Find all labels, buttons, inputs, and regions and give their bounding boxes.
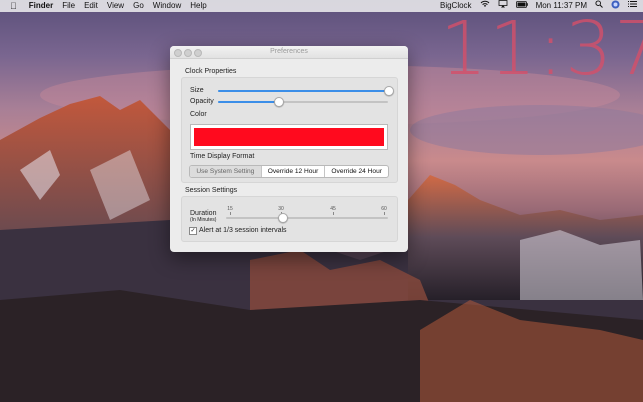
duration-slider-track: [226, 217, 388, 219]
menu-file[interactable]: File: [62, 0, 75, 12]
window-title: Preferences: [270, 48, 308, 55]
color-well[interactable]: [190, 124, 388, 150]
alert-label: Alert at 1/3 session intervals: [199, 227, 287, 234]
wifi-icon[interactable]: [480, 0, 490, 12]
menu-help[interactable]: Help: [190, 0, 206, 12]
segment-override-24-hour[interactable]: Override 24 Hour: [324, 166, 388, 177]
spotlight-search-icon[interactable]: [595, 0, 603, 12]
duration-slider[interactable]: [226, 213, 388, 223]
menu-go[interactable]: Go: [133, 0, 144, 12]
duration-label: Duration: [190, 210, 217, 217]
apple-icon[interactable]: : [10, 0, 17, 12]
status-bigclock[interactable]: BigClock: [440, 0, 472, 12]
window-titlebar[interactable]: Preferences: [170, 46, 408, 59]
size-label: Size: [190, 87, 204, 94]
duration-slider-knob[interactable]: [277, 213, 288, 223]
menu-window[interactable]: Window: [153, 0, 181, 12]
session-settings-heading: Session Settings: [185, 187, 238, 194]
opacity-label: Opacity: [190, 98, 214, 105]
preferences-window: Preferences Clock Properties Size Opacit…: [170, 46, 408, 252]
airplay-icon[interactable]: [498, 0, 508, 12]
color-swatch: [194, 128, 384, 146]
duration-sublabel: (In Minutes): [190, 217, 217, 223]
segment-use-system-setting[interactable]: Use System Setting: [190, 166, 261, 177]
menu-view[interactable]: View: [107, 0, 124, 12]
battery-icon[interactable]: [515, 0, 528, 12]
alert-checkbox[interactable]: ✓: [189, 227, 197, 235]
notification-center-icon[interactable]: [628, 0, 637, 12]
opacity-slider-knob[interactable]: [273, 97, 284, 107]
size-slider-fill: [218, 90, 388, 92]
segment-override-12-hour[interactable]: Override 12 Hour: [260, 166, 325, 177]
menu-clock[interactable]: Mon 11:37 PM: [536, 0, 587, 12]
opacity-slider[interactable]: [218, 97, 388, 107]
checkmark-icon: ✓: [190, 228, 196, 234]
menu-app-name[interactable]: Finder: [29, 0, 53, 12]
time-format-segmented-control[interactable]: Use System Setting Override 12 Hour Over…: [189, 165, 389, 178]
size-slider-knob[interactable]: [384, 86, 394, 96]
siri-icon[interactable]: [611, 0, 620, 13]
opacity-slider-fill: [218, 101, 278, 103]
menu-bar:  Finder File Edit View Go Window Help B…: [0, 0, 643, 12]
clock-properties-heading: Clock Properties: [185, 68, 237, 75]
menu-edit[interactable]: Edit: [84, 0, 98, 12]
big-clock-display: 11:37: [440, 6, 643, 92]
size-slider[interactable]: [218, 86, 394, 96]
time-format-label: Time Display Format: [190, 153, 255, 160]
color-label: Color: [190, 111, 207, 118]
